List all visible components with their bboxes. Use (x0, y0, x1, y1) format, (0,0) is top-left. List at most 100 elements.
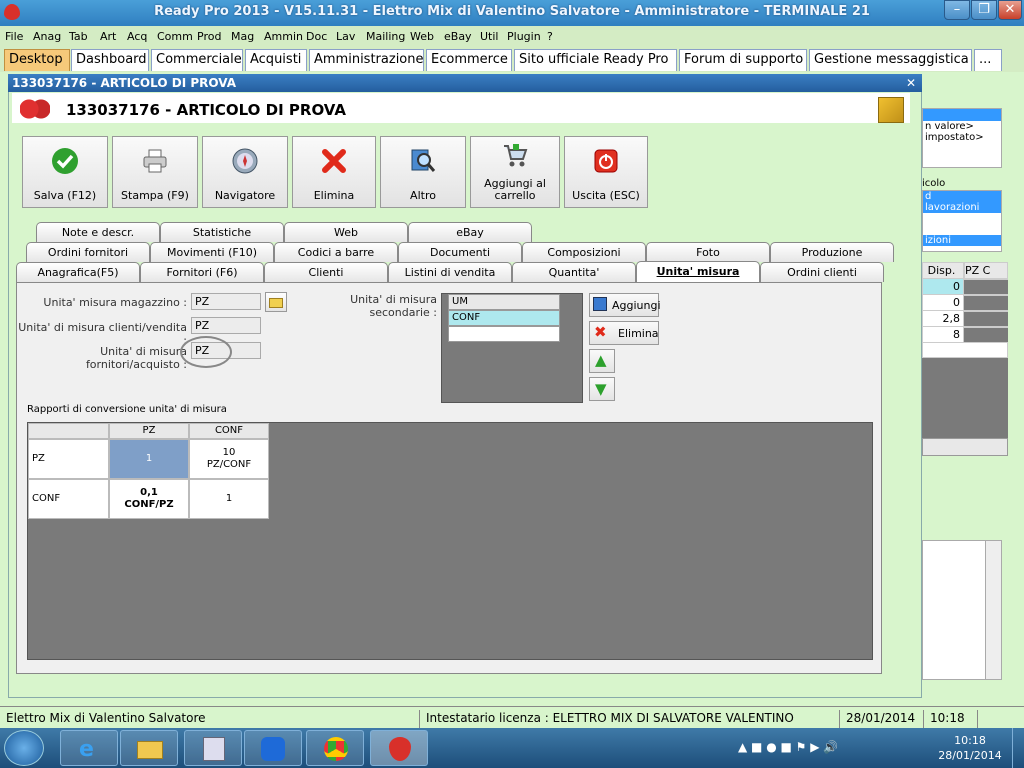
secondary-unit-row-empty[interactable] (448, 326, 560, 342)
tray-icons[interactable]: ▲ ■ ● ■ ⚑ ▶ 🔊 (738, 740, 838, 754)
add-unit-button[interactable]: Aggiungi (589, 293, 661, 317)
taskbar-teamviewer[interactable] (244, 730, 302, 766)
tab-foto[interactable]: Foto (646, 242, 770, 262)
save-button[interactable]: Salva (F12) (22, 136, 108, 208)
grid-cell[interactable]: 1 (109, 439, 189, 479)
table-cell[interactable] (964, 294, 1008, 296)
menu-tab[interactable]: Tab (69, 30, 88, 43)
add-to-cart-button[interactable]: Aggiungi al carrello (470, 136, 560, 208)
menu-ebay[interactable]: eBay (444, 30, 472, 43)
grid-cell[interactable]: 1 (189, 479, 269, 519)
warehouse-unit-field[interactable]: PZ (191, 293, 261, 310)
tab-acquisti[interactable]: Acquisti (245, 49, 307, 71)
menu-mailing[interactable]: Mailing (366, 30, 405, 43)
tab-anagrafica[interactable]: Anagrafica(F5) (16, 262, 140, 282)
tab-ordini-fornitori[interactable]: Ordini fornitori (26, 242, 150, 262)
tab-forum[interactable]: Forum di supporto (679, 49, 807, 71)
taskbar-notes[interactable] (184, 730, 242, 766)
show-desktop-button[interactable] (1012, 728, 1024, 768)
tab-more[interactable]: ... (974, 49, 1002, 71)
tab-messaggistica[interactable]: Gestione messaggistica (809, 49, 972, 71)
grid-cell[interactable]: 0,1 CONF/PZ (109, 479, 189, 519)
other-button[interactable]: Altro (380, 136, 466, 208)
tab-amministrazione[interactable]: Amministrazione (309, 49, 424, 71)
tab-statistiche[interactable]: Statistiche (160, 222, 284, 242)
menu-ammin[interactable]: Ammin (264, 30, 303, 43)
tab-documenti[interactable]: Documenti (398, 242, 522, 262)
menu-comm[interactable]: Comm (157, 30, 193, 43)
tab-commerciale[interactable]: Commerciale (151, 49, 243, 71)
list-item[interactable]: lavorazioni (923, 202, 1001, 213)
menu-file[interactable]: File (5, 30, 23, 43)
tab-dashboard[interactable]: Dashboard (71, 49, 149, 71)
horizontal-scrollbar[interactable] (922, 438, 1008, 456)
taskbar-readypro[interactable] (370, 730, 428, 766)
menu-acq[interactable]: Acq (127, 30, 147, 43)
grid-cell[interactable]: 10 PZ/CONF (189, 439, 269, 479)
menu-help[interactable]: ? (547, 30, 553, 43)
table-cell[interactable] (964, 278, 1008, 280)
status-company: Elettro Mix di Valentino Salvatore (0, 710, 420, 728)
tab-note[interactable]: Note e descr. (36, 222, 160, 242)
move-up-button[interactable]: ▲ (589, 349, 615, 373)
tab-codici-barre[interactable]: Codici a barre (274, 242, 398, 262)
notes-area[interactable] (922, 540, 1002, 680)
tab-movimenti[interactable]: Movimenti (F10) (150, 242, 274, 262)
tab-ordini-clienti[interactable]: Ordini clienti (760, 262, 884, 282)
table-cell[interactable]: 8 (922, 326, 964, 343)
article-window-title: 133037176 - ARTICOLO DI PROVA (12, 76, 237, 90)
table-cell[interactable]: 2,8 (922, 310, 964, 327)
tab-web[interactable]: Web (284, 222, 408, 242)
list-item[interactable]: d (923, 191, 1001, 202)
taskbar-explorer[interactable] (120, 730, 178, 766)
filter-item[interactable]: impostato> (923, 132, 1001, 143)
menu-anag[interactable]: Anag (33, 30, 61, 43)
remove-unit-button[interactable]: ✖ Elimina (589, 321, 659, 345)
filter-selected[interactable] (923, 109, 1001, 121)
table-cell[interactable]: 0 (922, 278, 964, 295)
close-button[interactable]: ✕ (998, 0, 1022, 20)
table-cell[interactable]: 0 (922, 294, 964, 311)
tab-sito-ufficiale[interactable]: Sito ufficiale Ready Pro (514, 49, 677, 71)
menu-art[interactable]: Art (100, 30, 116, 43)
menu-web[interactable]: Web (410, 30, 434, 43)
tab-quantita[interactable]: Quantita' (512, 262, 636, 282)
tab-ecommerce[interactable]: Ecommerce (426, 49, 512, 71)
secondary-unit-row[interactable]: CONF (448, 310, 560, 326)
tab-clienti[interactable]: Clienti (264, 262, 388, 282)
menu-util[interactable]: Util (480, 30, 498, 43)
menu-plugin[interactable]: Plugin (507, 30, 541, 43)
table-cell[interactable] (922, 342, 1008, 358)
exit-button[interactable]: Uscita (ESC) (564, 136, 648, 208)
tab-listini[interactable]: Listini di vendita (388, 262, 512, 282)
maximize-button[interactable]: ❐ (971, 0, 997, 20)
taskbar-ie[interactable]: e (60, 730, 118, 766)
menu-doc[interactable]: Doc (306, 30, 327, 43)
tab-fornitori[interactable]: Fornitori (F6) (140, 262, 264, 282)
close-icon[interactable]: ✕ (906, 74, 916, 92)
delete-button[interactable]: Elimina (292, 136, 376, 208)
vertical-scrollbar[interactable] (985, 541, 1001, 679)
start-button[interactable] (4, 730, 44, 766)
filter-item[interactable]: n valore> (923, 121, 1001, 132)
move-down-button[interactable]: ▼ (589, 377, 615, 401)
minimize-button[interactable]: – (944, 0, 970, 20)
clock-time[interactable]: 10:18 (940, 734, 1000, 747)
menu-lav[interactable]: Lav (336, 30, 355, 43)
clients-unit-field[interactable]: PZ (191, 317, 261, 334)
tab-composizioni[interactable]: Composizioni (522, 242, 646, 262)
table-cell[interactable] (964, 326, 1008, 328)
list-item[interactable]: izioni (923, 235, 1001, 246)
menu-prod[interactable]: Prod (197, 30, 221, 43)
tab-produzione[interactable]: Produzione (770, 242, 894, 262)
tab-ebay[interactable]: eBay (408, 222, 532, 242)
print-button[interactable]: Stampa (F9) (112, 136, 198, 208)
menu-mag[interactable]: Mag (231, 30, 254, 43)
folder-icon[interactable] (265, 292, 287, 312)
navigator-button[interactable]: Navigatore (202, 136, 288, 208)
clock-date[interactable]: 28/01/2014 (932, 749, 1008, 762)
tab-unita-misura[interactable]: Unita' misura (636, 261, 760, 283)
table-cell[interactable] (964, 310, 1008, 312)
taskbar-chrome[interactable] (306, 730, 364, 766)
tab-desktop[interactable]: Desktop (4, 49, 70, 71)
